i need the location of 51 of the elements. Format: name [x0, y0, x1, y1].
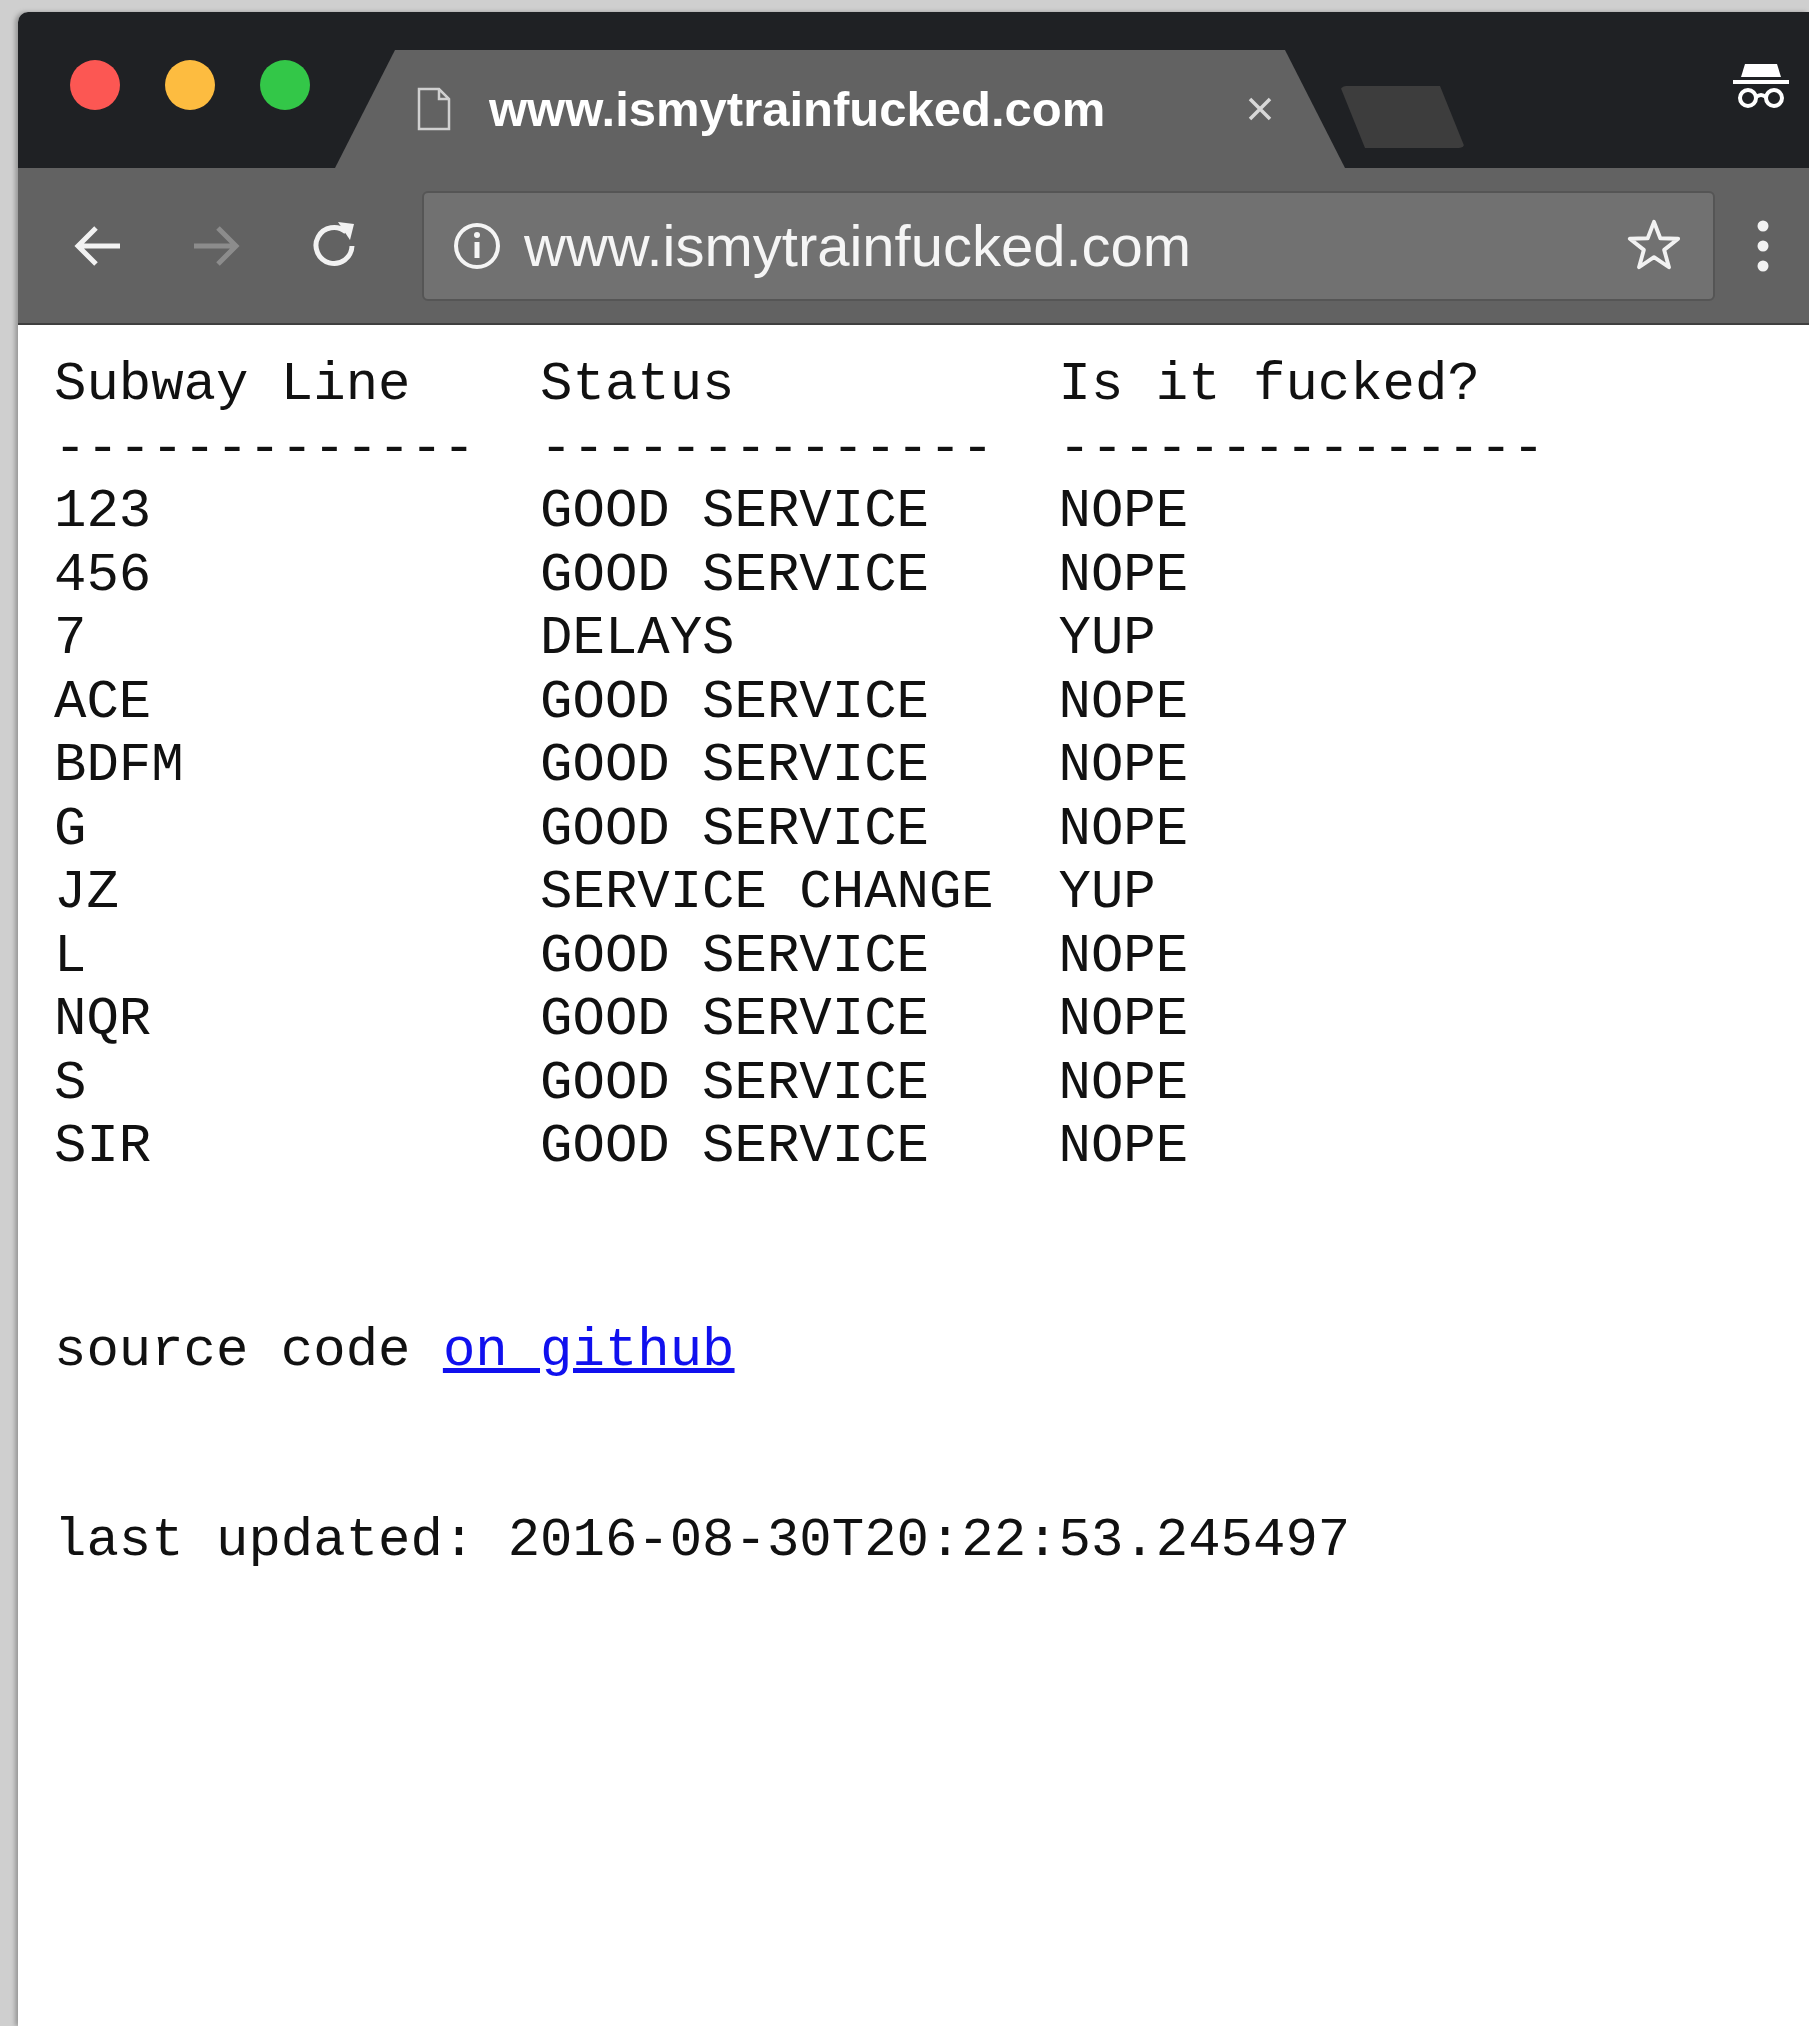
info-icon[interactable] [452, 220, 502, 271]
table-cell-text: GOOD SERVICE [540, 670, 930, 734]
last-updated-text: last updated: 2016-08-30T20:22:53.245497 [54, 1509, 1352, 1573]
close-window-button[interactable] [70, 60, 120, 110]
zoom-window-button[interactable] [260, 60, 310, 110]
tab-title: www.ismytrainfucked.com [489, 81, 1107, 137]
table-cell-text: NQR [54, 988, 153, 1052]
table-cell-text: BDFM [54, 734, 185, 798]
table-cell-text: YUP [1058, 861, 1157, 925]
table-cell-text: G [54, 797, 88, 861]
table-cell-text: NOPE [1058, 734, 1190, 798]
table-cell-text: 456 [54, 543, 153, 607]
table-cell-text: YUP [1058, 607, 1157, 671]
table-cell-text: SIR [54, 1115, 153, 1179]
table-cell-text: GOOD SERVICE [540, 988, 930, 1052]
minimize-window-button[interactable] [165, 60, 215, 110]
address-bar[interactable]: www.ismytrainfucked.com [422, 190, 1715, 301]
table-cell-text: GOOD SERVICE [540, 480, 930, 544]
source-code-label: source code [54, 1319, 411, 1381]
table-cell-text: NOPE [1058, 924, 1190, 988]
column-header: Subway Line [54, 353, 412, 417]
dashed-rule: ------------- [54, 416, 477, 480]
table-cell-text: GOOD SERVICE [540, 924, 930, 988]
column-header: Is it fucked? [1058, 353, 1481, 417]
table-cell-text: 123 [54, 480, 153, 544]
page-icon [417, 87, 451, 131]
table-cell-text: GOOD SERVICE [540, 1115, 930, 1179]
table-cell-text: SERVICE CHANGE [540, 861, 995, 925]
table-cell-text: GOOD SERVICE [540, 734, 930, 798]
table-cell-text: DELAYS [540, 607, 736, 671]
table-cell-text: S [54, 1051, 88, 1115]
dashed-rule: -------------- [540, 416, 995, 480]
table-cell-text: NOPE [1058, 670, 1190, 734]
table-cell-text: NOPE [1058, 480, 1190, 544]
table-cell-text: JZ [54, 861, 120, 925]
table-cell-text: GOOD SERVICE [540, 797, 930, 861]
table-cell-text: NOPE [1058, 543, 1190, 607]
table-cell-text: NOPE [1058, 1115, 1190, 1179]
table-cell-text: L [54, 924, 88, 988]
table-cell-text: NOPE [1058, 797, 1190, 861]
table-cell-text: NOPE [1058, 1051, 1190, 1115]
url-text: www.ismytrainfucked.com [524, 212, 1193, 279]
column-header: Status [540, 353, 736, 417]
github-link[interactable]: on github [442, 1319, 735, 1381]
browser-tab[interactable]: www.ismytrainfucked.com [335, 50, 1345, 168]
table-cell-text: GOOD SERVICE [540, 543, 930, 607]
dashed-rule: --------------- [1058, 416, 1546, 480]
table-cell-text: ACE [54, 670, 153, 734]
table-cell-text: 7 [54, 607, 88, 671]
table-cell-text: NOPE [1058, 988, 1190, 1052]
table-cell-text: GOOD SERVICE [540, 1051, 930, 1115]
